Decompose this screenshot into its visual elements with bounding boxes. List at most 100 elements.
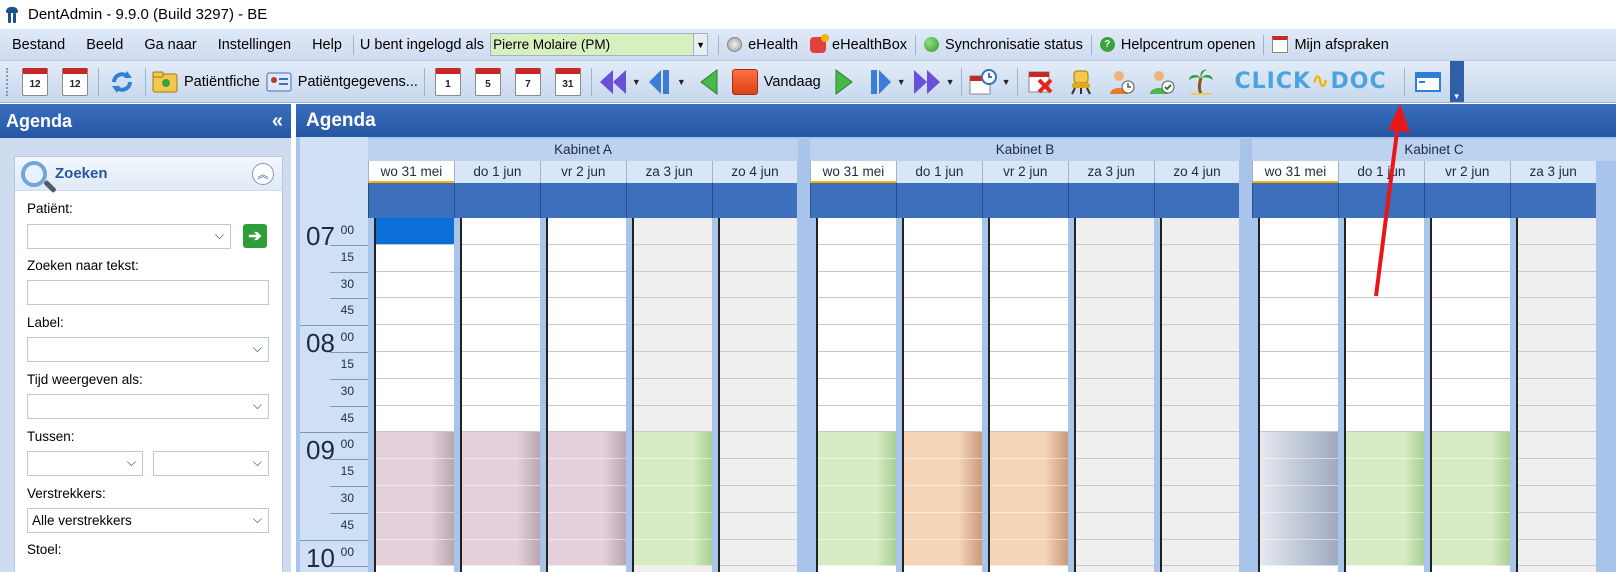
goto-date-button[interactable]: ▼: [968, 65, 1011, 99]
time-slot[interactable]: [1260, 459, 1338, 486]
day-all-day-area[interactable]: [453, 183, 540, 218]
time-slot[interactable]: [461, 379, 540, 406]
time-slot[interactable]: [719, 540, 798, 567]
insurers-select[interactable]: Alle verstrekkers ⌵: [27, 508, 269, 533]
day-header[interactable]: do 1 jun: [453, 161, 540, 183]
time-slot[interactable]: [903, 512, 982, 540]
time-slot[interactable]: [989, 325, 1068, 352]
day-slots[interactable]: [1073, 218, 1154, 572]
patient-select[interactable]: ⌵: [27, 224, 231, 249]
time-slot[interactable]: [1345, 486, 1424, 513]
time-slot[interactable]: [1075, 379, 1154, 406]
patient-done-button[interactable]: [1144, 65, 1178, 99]
ehealthbox-button[interactable]: eHealthBox: [804, 33, 913, 53]
month-view-button[interactable]: 31: [551, 65, 585, 99]
time-slot[interactable]: [1075, 486, 1154, 513]
day-slots[interactable]: [816, 218, 896, 572]
day-view-button[interactable]: 1: [431, 65, 465, 99]
time-slot[interactable]: [376, 379, 454, 406]
time-slot[interactable]: [903, 459, 982, 486]
time-slot[interactable]: [1431, 512, 1510, 540]
time-slot[interactable]: [547, 325, 626, 352]
chevron-down-icon[interactable]: ▼: [677, 77, 686, 87]
time-slot[interactable]: [633, 352, 712, 379]
time-slot[interactable]: [1161, 432, 1240, 460]
time-slot[interactable]: [633, 298, 712, 326]
menu-instellingen[interactable]: Instellingen: [206, 37, 300, 53]
time-slot[interactable]: [989, 218, 1068, 245]
time-slot[interactable]: [719, 325, 798, 352]
time-slot[interactable]: [633, 539, 712, 567]
previous-block-button[interactable]: ▼: [647, 65, 686, 99]
time-slot[interactable]: [547, 298, 626, 326]
time-slot[interactable]: [461, 298, 540, 326]
chevron-down-icon[interactable]: ▼: [946, 77, 955, 87]
time-slot[interactable]: [1075, 513, 1154, 540]
time-slot[interactable]: [818, 539, 896, 567]
toolbar-grip[interactable]: [6, 67, 9, 96]
time-slot[interactable]: [989, 459, 1068, 486]
time-slot[interactable]: [1345, 432, 1424, 460]
time-slot[interactable]: [818, 512, 896, 540]
time-slot[interactable]: [903, 298, 982, 326]
menu-beeld[interactable]: Beeld: [74, 37, 132, 53]
time-slot[interactable]: [1431, 272, 1510, 299]
time-slot[interactable]: [547, 272, 626, 299]
time-slot[interactable]: [989, 512, 1068, 540]
between-to-select[interactable]: ⌵: [153, 451, 269, 476]
day-header[interactable]: wo 31 mei: [1252, 161, 1338, 183]
time-slot[interactable]: [1517, 379, 1596, 406]
time-slot[interactable]: [1431, 218, 1510, 245]
clickdoc-button[interactable]: CLICK∿DOC: [1235, 65, 1387, 99]
time-slot[interactable]: [1517, 432, 1596, 460]
time-slot[interactable]: [989, 432, 1068, 460]
time-slot[interactable]: [1517, 513, 1596, 540]
time-slot[interactable]: [719, 218, 798, 245]
time-slot[interactable]: [1260, 352, 1338, 379]
time-slot[interactable]: [1345, 459, 1424, 486]
time-slot[interactable]: [1431, 406, 1510, 433]
time-slot[interactable]: [547, 459, 626, 486]
time-slot[interactable]: [1075, 432, 1154, 460]
time-slot[interactable]: [547, 379, 626, 406]
day-header[interactable]: zo 4 jun: [1153, 161, 1240, 183]
time-slot[interactable]: [1260, 245, 1338, 272]
time-slot[interactable]: [903, 406, 982, 433]
time-slot[interactable]: [818, 245, 896, 272]
next-button[interactable]: [827, 65, 861, 99]
selected-time-slot[interactable]: [376, 218, 454, 245]
day-slots[interactable]: [1515, 218, 1596, 572]
time-slot[interactable]: [1161, 513, 1240, 540]
day-all-day-area[interactable]: [1509, 183, 1596, 218]
day-all-day-area[interactable]: [810, 183, 896, 218]
chevron-down-icon[interactable]: ▼: [632, 77, 641, 87]
time-slot[interactable]: [1517, 272, 1596, 299]
time-slot[interactable]: [1260, 512, 1338, 540]
day-all-day-area[interactable]: [981, 183, 1068, 218]
time-slot[interactable]: [903, 432, 982, 460]
time-slot[interactable]: [376, 459, 454, 486]
time-slot[interactable]: [1260, 539, 1338, 567]
time-slot[interactable]: [903, 379, 982, 406]
time-slot[interactable]: [633, 432, 712, 460]
time-slot[interactable]: [989, 298, 1068, 326]
time-slot[interactable]: [989, 272, 1068, 299]
time-slot[interactable]: [989, 352, 1068, 379]
time-slot[interactable]: [719, 486, 798, 513]
menu-ga-naar[interactable]: Ga naar: [132, 37, 205, 53]
my-appointments-button[interactable]: Mijn afspraken: [1266, 36, 1394, 53]
time-slot[interactable]: [547, 245, 626, 272]
workweek-view-button[interactable]: 5: [471, 65, 505, 99]
chevron-down-icon[interactable]: ▼: [897, 77, 906, 87]
time-slot[interactable]: [461, 432, 540, 460]
holiday-button[interactable]: [1184, 65, 1218, 99]
time-slot[interactable]: [1517, 459, 1596, 486]
time-slot[interactable]: [461, 272, 540, 299]
time-slot[interactable]: [461, 512, 540, 540]
time-slot[interactable]: [1431, 325, 1510, 352]
chevron-down-icon[interactable]: ▼: [1002, 77, 1011, 87]
time-slot[interactable]: [989, 379, 1068, 406]
window-button[interactable]: [1411, 65, 1445, 99]
time-slot[interactable]: [461, 352, 540, 379]
time-slot[interactable]: [376, 352, 454, 379]
